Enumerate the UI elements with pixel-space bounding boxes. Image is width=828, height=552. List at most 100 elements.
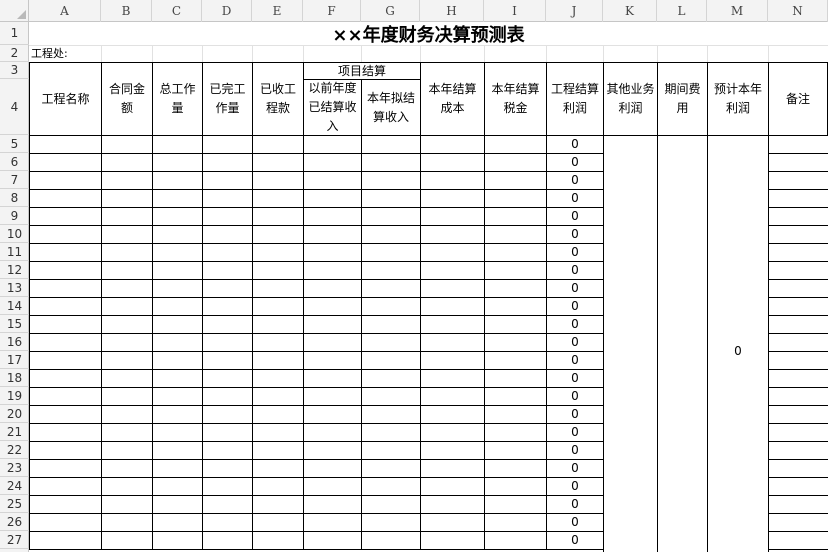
table-cell[interactable] [420,441,485,460]
table-cell[interactable] [101,369,153,388]
table-cell[interactable] [29,495,102,514]
row-header-15[interactable]: 15 [0,315,29,333]
table-cell[interactable] [484,189,547,208]
table-cell[interactable] [101,459,153,478]
table-cell[interactable] [768,423,828,442]
table-cell[interactable] [29,261,102,280]
table-cell[interactable] [101,261,153,280]
table-cell[interactable] [303,459,362,478]
header-received-payment[interactable]: 已收工程款 [252,62,304,136]
table-cell[interactable] [152,441,203,460]
row-header-23[interactable]: 23 [0,459,29,477]
table-cell[interactable] [361,351,421,370]
settlement-profit-cell[interactable]: 0 [546,531,604,550]
table-cell[interactable] [420,477,485,496]
table-cell[interactable] [101,297,153,316]
header-settlement-profit[interactable]: 工程结算利润 [546,62,604,136]
table-cell[interactable] [29,279,102,298]
table-cell[interactable] [361,531,421,550]
table-cell[interactable] [303,333,362,352]
table-cell[interactable] [303,369,362,388]
table-cell[interactable] [252,495,304,514]
settlement-profit-cell[interactable]: 0 [546,405,604,424]
table-cell[interactable] [202,513,253,532]
table-cell[interactable] [252,261,304,280]
table-cell[interactable] [152,495,203,514]
table-cell[interactable] [303,387,362,406]
table-cell[interactable] [101,423,153,442]
table-cell[interactable] [768,261,828,280]
table-cell[interactable] [484,225,547,244]
table-cell[interactable] [252,243,304,262]
table-cell[interactable] [768,405,828,424]
select-all-corner[interactable] [0,0,29,22]
row-header-18[interactable]: 18 [0,369,29,387]
table-cell[interactable] [420,225,485,244]
table-cell[interactable] [361,171,421,190]
table-cell[interactable] [152,531,203,550]
table-cell[interactable] [152,477,203,496]
column-header-j[interactable]: J [546,0,603,22]
table-cell[interactable] [361,261,421,280]
table-cell[interactable] [361,369,421,388]
table-cell[interactable] [252,315,304,334]
header-project-name[interactable]: 工程名称 [29,62,102,136]
table-cell[interactable] [420,279,485,298]
table-cell[interactable] [252,441,304,460]
settlement-profit-cell[interactable]: 0 [546,243,604,262]
header-planned-income[interactable]: 本年拟结算收入 [361,79,421,136]
table-cell[interactable] [303,261,362,280]
table-cell[interactable] [484,171,547,190]
row-header-12[interactable]: 12 [0,261,29,279]
table-cell[interactable] [202,135,253,154]
column-header-i[interactable]: I [484,0,546,22]
table-cell[interactable] [252,297,304,316]
table-cell[interactable] [252,423,304,442]
table-cell[interactable] [29,423,102,442]
table-cell[interactable] [152,333,203,352]
row-header-20[interactable]: 20 [0,405,29,423]
header-remarks[interactable]: 备注 [768,62,828,136]
table-cell[interactable] [29,153,102,172]
row-header-19[interactable]: 19 [0,387,29,405]
table-cell[interactable] [202,495,253,514]
table-cell[interactable] [420,351,485,370]
row-header-4[interactable]: 4 [0,79,29,135]
table-cell[interactable] [768,189,828,208]
table-cell[interactable] [484,369,547,388]
table-cell[interactable] [768,135,828,154]
table-cell[interactable] [420,261,485,280]
settlement-profit-cell[interactable]: 0 [546,513,604,532]
merged-period-expense-cell[interactable] [657,135,708,552]
table-cell[interactable] [768,153,828,172]
table-cell[interactable] [361,495,421,514]
table-cell[interactable] [152,513,203,532]
table-cell[interactable] [484,495,547,514]
table-cell[interactable] [29,369,102,388]
table-cell[interactable] [101,207,153,226]
table-cell[interactable] [484,207,547,226]
table-cell[interactable] [252,189,304,208]
table-cell[interactable] [768,207,828,226]
table-cell[interactable] [361,207,421,226]
table-cell[interactable] [152,369,203,388]
column-header-b[interactable]: B [101,0,152,22]
table-cell[interactable] [252,135,304,154]
table-cell[interactable] [420,513,485,532]
table-cell[interactable] [303,135,362,154]
table-cell[interactable] [420,423,485,442]
settlement-profit-cell[interactable]: 0 [546,207,604,226]
settlement-profit-cell[interactable]: 0 [546,459,604,478]
table-cell[interactable] [484,279,547,298]
header-other-profit[interactable]: 其他业务利润 [603,62,658,136]
table-cell[interactable] [101,315,153,334]
table-cell[interactable] [361,513,421,532]
table-cell[interactable] [768,243,828,262]
settlement-profit-cell[interactable]: 0 [546,297,604,316]
table-cell[interactable] [252,279,304,298]
table-cell[interactable] [202,531,253,550]
table-cell[interactable] [29,477,102,496]
table-cell[interactable] [361,459,421,478]
table-cell[interactable] [420,189,485,208]
table-cell[interactable] [361,477,421,496]
